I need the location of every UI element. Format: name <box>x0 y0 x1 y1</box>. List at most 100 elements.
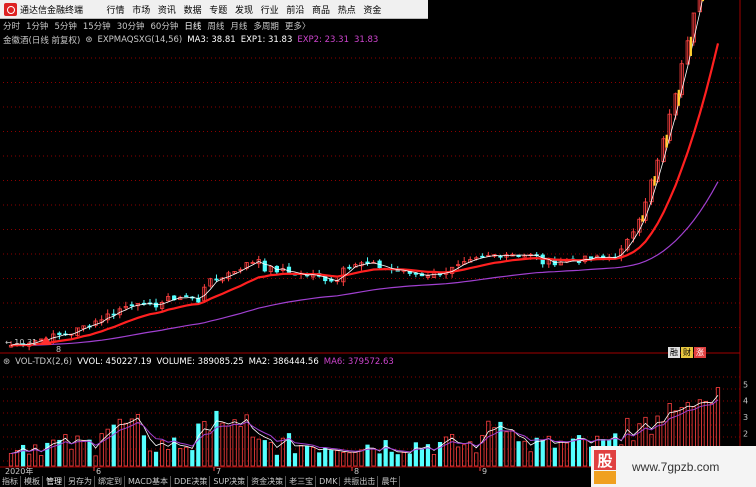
ma3-value: MA3: 38.81 <box>187 34 236 45</box>
badge-cai[interactable]: 财 <box>681 347 693 358</box>
exp2-value: EXP2: 23.31 <box>297 34 349 45</box>
tab-chenniu[interactable]: 晨牛 <box>379 475 401 487</box>
volume-bar <box>232 419 237 467</box>
volume-bar <box>268 442 273 467</box>
volume-bar <box>196 423 201 467</box>
signal-bar <box>701 0 705 2</box>
volume-bar <box>516 441 521 467</box>
volume-bar <box>317 452 322 467</box>
candle-body <box>516 255 521 258</box>
volume-bar <box>335 450 340 467</box>
vvol-value: VVOL: 450227.19 <box>77 356 152 367</box>
tab-dmk[interactable]: DMK <box>317 476 341 486</box>
tab-macd[interactable]: MACD基本 <box>126 475 171 487</box>
volume-bar <box>147 450 153 467</box>
chart-grid <box>0 0 741 475</box>
volume-bar <box>552 447 557 467</box>
volume-bar <box>347 452 352 467</box>
volume-bar <box>39 455 44 467</box>
volume-bar <box>274 454 279 467</box>
vol-ma2-line <box>10 394 719 454</box>
main-indicator-header: 金徽酒(日线 前复权) ⊛ EXPMAQSXG(14,56) MA3: 38.8… <box>3 34 383 46</box>
signal-bar <box>653 176 656 186</box>
volume-bar <box>371 448 376 467</box>
indicator-settings-icon[interactable]: ⊛ <box>3 357 10 367</box>
indicator-template-tabs: 指标 模板 管理 另存为 绑定到 MACD基本 DDE决策 SUP决策 资金决策… <box>0 475 440 487</box>
volume-bar <box>81 440 86 467</box>
tab-indicator[interactable]: 指标 <box>0 475 21 487</box>
badge-zhang[interactable]: 涨 <box>694 347 706 358</box>
ma6-value: MA6: 379572.63 <box>323 356 394 367</box>
volume-bar <box>413 442 418 467</box>
volume-bar <box>159 440 165 467</box>
candle-body <box>129 304 134 307</box>
tab-sup[interactable]: SUP决策 <box>211 475 249 487</box>
indicator-formula[interactable]: EXPMAQSXG(14,56) <box>97 35 182 45</box>
volume-bar <box>178 447 183 467</box>
low-marker-num: 8 <box>56 345 61 354</box>
tab-bind-to[interactable]: 绑定到 <box>96 475 125 487</box>
signal-bar <box>665 134 668 148</box>
candle-body <box>184 295 189 298</box>
volume-bar <box>220 422 225 467</box>
candle-body <box>498 255 503 258</box>
volume-bar <box>498 421 503 467</box>
badge-rong[interactable]: 融 <box>668 347 680 358</box>
tab-template[interactable]: 模板 <box>22 475 43 487</box>
volume-bar <box>153 451 159 467</box>
tab-laosanbao[interactable]: 老三宝 <box>287 475 317 487</box>
candle-body <box>214 278 219 281</box>
vol-axis-tick: 4 <box>743 397 748 406</box>
volume-bar <box>359 449 364 467</box>
volume-value: VOLUME: 389085.25 <box>156 356 244 367</box>
tab-dde[interactable]: DDE决策 <box>172 475 211 487</box>
volume-bar <box>456 446 461 467</box>
stock-badges: 融 财 涨 <box>668 347 707 358</box>
volume-bar <box>468 441 473 467</box>
volume-bar <box>431 454 437 467</box>
indicator-settings-icon[interactable]: ⊛ <box>85 35 92 45</box>
ma3-line <box>10 0 703 346</box>
site-watermark: 股 www.7gpzb.com <box>591 446 756 487</box>
vol-axis-tick: 3 <box>743 413 748 422</box>
volume-bar <box>462 444 467 467</box>
extra-value: 31.83 <box>354 34 379 45</box>
volume-bar <box>226 425 231 467</box>
tab-save-as[interactable]: 另存为 <box>66 475 95 487</box>
volume-bar <box>166 449 171 467</box>
volume-bar <box>377 453 382 467</box>
tab-fund[interactable]: 资金决策 <box>249 475 287 487</box>
volume-bar <box>528 451 533 467</box>
ma2-value: MA2: 386444.56 <box>248 356 319 367</box>
tab-gongzhen[interactable]: 共振出击 <box>341 475 379 487</box>
volume-bar <box>401 452 406 467</box>
signal-bar <box>677 89 680 106</box>
volume-bar <box>395 454 400 467</box>
tab-manage[interactable]: 管理 <box>44 475 65 487</box>
volume-indicator-header: ⊛ VOL-TDX(2,6) VVOL: 450227.19 VOLUME: 3… <box>3 356 399 367</box>
stock-name[interactable]: 金徽酒(日线 前复权) <box>3 34 80 46</box>
volume-bar <box>353 451 358 467</box>
month-label: 9 <box>482 467 487 476</box>
volume-bar <box>582 439 588 467</box>
volume-bar <box>238 426 243 467</box>
candle-body <box>153 302 159 308</box>
volume-bar <box>202 420 207 467</box>
volume-bar <box>522 440 527 467</box>
price-marker-label: ← 10.31 <box>5 338 37 347</box>
volume-bar <box>292 453 298 467</box>
watermark-logo: 股 <box>594 449 616 484</box>
volume-bar <box>341 451 346 467</box>
vol-indicator-name[interactable]: VOL-TDX(2,6) <box>15 357 72 367</box>
volume-bar <box>262 440 267 467</box>
vol-axis-tick: 5 <box>743 380 748 389</box>
kline-chart[interactable]: ← 10.318 543212020年6789 <box>0 0 756 487</box>
candle-body <box>413 272 418 275</box>
volume-bar <box>99 433 104 467</box>
exp1-value: EXP1: 31.83 <box>240 34 293 45</box>
volume-bar <box>87 439 92 467</box>
volume-bar <box>141 435 147 467</box>
watermark-url: www.7gpzb.com <box>632 459 720 474</box>
volume-bar <box>329 450 334 467</box>
volume-bar <box>69 448 74 467</box>
